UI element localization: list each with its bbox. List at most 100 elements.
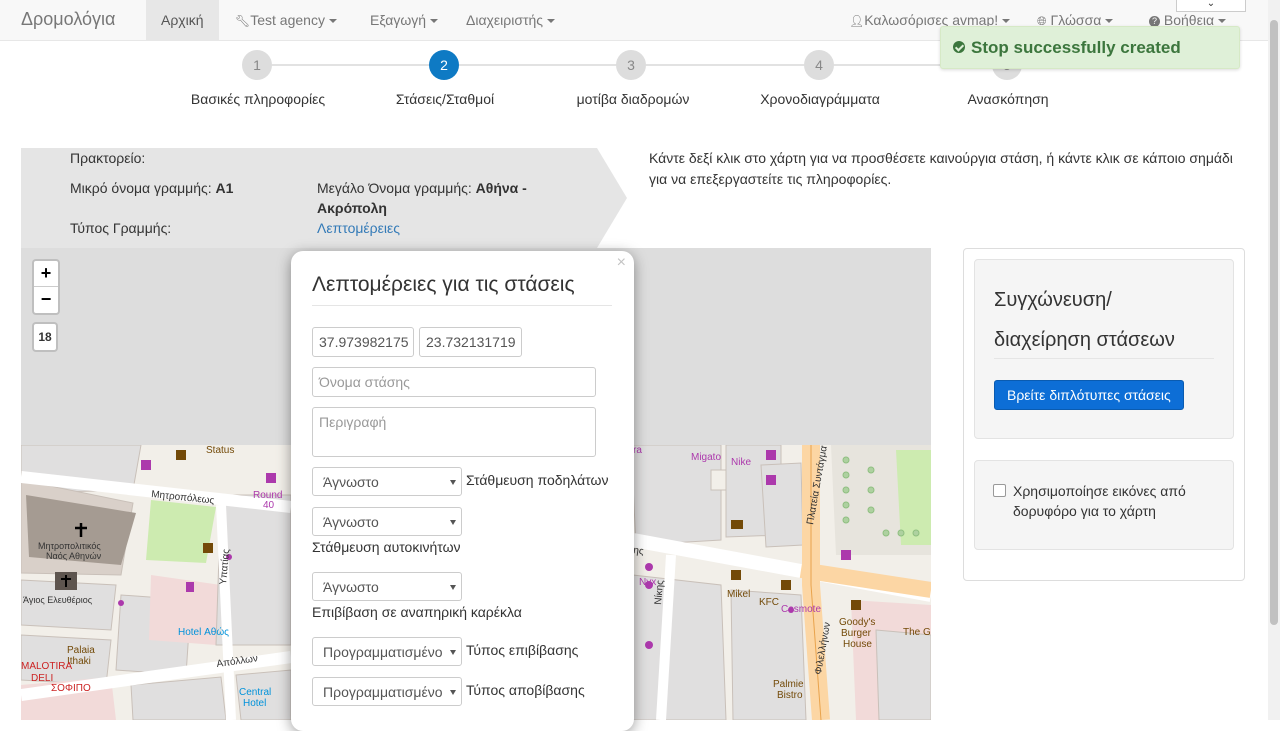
toast-message: Stop successfully created — [971, 38, 1181, 57]
pickup-type-label: Τύπος επιβίβασης — [466, 642, 579, 658]
collapse-button[interactable]: ⌄ — [1176, 0, 1246, 12]
svg-text:Μητροπολιτικός: Μητροπολιτικός — [38, 541, 101, 551]
scrollbar-thumb[interactable] — [1270, 20, 1278, 625]
find-duplicates-button[interactable]: Βρείτε διπλότυπες στάσεις — [994, 380, 1184, 410]
bike-parking-select[interactable]: Άγνωστο — [312, 467, 462, 496]
satellite-label[interactable]: Χρησιμοποίησε εικόνες από δορυφόρο για τ… — [1013, 481, 1213, 521]
svg-text:Bistro: Bistro — [777, 690, 803, 701]
nav-home-label: Αρχική — [161, 12, 204, 28]
pickup-type-select[interactable]: Προγραμματισμένο — [312, 637, 462, 666]
zoom-out-button[interactable]: − — [34, 287, 58, 313]
chevron-down-icon: ⌄ — [1206, 0, 1216, 9]
svg-text:Νίκης: Νίκης — [652, 579, 666, 605]
svg-text:Burger: Burger — [841, 628, 872, 639]
wizard-step-1-label: Βασικές πληροφορίες — [190, 91, 326, 107]
latitude-input[interactable]: 37.973982175 — [312, 327, 414, 357]
svg-text:Ναός Αθηνών: Ναός Αθηνών — [46, 551, 102, 561]
nav-admin[interactable]: Διαχειριστής — [451, 0, 570, 40]
popup-title: Λεπτομέρειες για τις στάσεις — [312, 273, 575, 296]
wizard-step-4-label: Χρονοδιαγράμματα — [760, 91, 880, 107]
svg-text:ra: ra — [633, 445, 642, 456]
wheelchair-label: Επιβίβαση σε αναπηρική καρέκλα — [312, 604, 522, 620]
nav-export-label: Εξαγωγή — [370, 12, 427, 28]
wrench-icon: 🔧︎ — [235, 14, 251, 28]
wizard-step-3[interactable]: 3 — [616, 50, 646, 80]
svg-text:Goody's: Goody's — [839, 617, 875, 628]
wizard-step-5-label: Ανασκόπηση — [967, 91, 1049, 107]
description-textarea[interactable]: Περιγραφή — [312, 407, 596, 457]
wizard-step-1[interactable]: 1 — [242, 50, 272, 80]
nav-home[interactable]: Αρχική — [146, 0, 219, 40]
nav-agency[interactable]: 🔧︎Test agency — [220, 0, 352, 40]
svg-text:Palaia: Palaia — [67, 645, 95, 656]
wizard-step-2[interactable]: 2 — [429, 50, 459, 80]
route-type-label: Τύπος Γραμμής: — [70, 220, 172, 236]
svg-text:ΣΟΦΙΠΟ: ΣΟΦΙΠΟ — [51, 683, 91, 694]
caret-down-icon — [547, 19, 556, 24]
stop-details-popup: × Λεπτομέρειες για τις στάσεις 37.973982… — [291, 251, 634, 731]
svg-text:Palmie: Palmie — [773, 679, 804, 690]
dropoff-type-label: Τύπος αποβίβασης — [466, 682, 585, 698]
user-icon: 👤︎ — [849, 14, 865, 28]
agency-label: Πρακτορείο: — [70, 150, 146, 166]
bike-parking-label: Στάθμευση ποδηλάτων — [466, 472, 609, 488]
svg-text:Status: Status — [206, 445, 234, 456]
merge-title-line-2: διαχείρηση στάσεων — [994, 329, 1175, 351]
short-name-row: Μικρό όνομα γραμμής: A1 — [70, 178, 233, 198]
page-scrollbar[interactable] — [1268, 0, 1280, 720]
caret-down-icon — [430, 19, 439, 24]
zoom-control: + − — [32, 259, 60, 315]
long-name-label: Μεγάλο Όνομα γραμμής: — [317, 180, 472, 196]
map-hint: Κάντε δεξί κλικ στο χάρτη για να προσθέσ… — [649, 150, 1233, 187]
svg-text:The G: The G — [903, 627, 931, 638]
car-parking-select[interactable]: Άγνωστο — [312, 507, 462, 536]
short-name-label: Μικρό όνομα γραμμής: — [70, 180, 212, 196]
success-toast[interactable]: Stop successfully created — [940, 26, 1240, 69]
caret-down-icon — [328, 19, 337, 24]
svg-text:Mikel: Mikel — [727, 589, 750, 600]
dropoff-type-select[interactable]: Προγραμματισμένο — [312, 677, 462, 706]
long-name-row: Μεγάλο Όνομα γραμμής: Αθήνα - Ακρόπολη — [317, 178, 557, 218]
caret-down-icon — [1105, 19, 1114, 24]
close-icon[interactable]: × — [617, 254, 626, 272]
svg-text:Migato: Migato — [691, 452, 721, 463]
merge-title-line-1: Συγχώνευση/ — [994, 289, 1112, 311]
merge-divider — [994, 358, 1214, 359]
longitude-input[interactable]: 23.732131719 — [419, 327, 522, 357]
check-circle-icon — [953, 41, 965, 53]
zoom-level: 18 — [32, 322, 58, 352]
svg-text:House: House — [843, 639, 872, 650]
brand[interactable]: Δρομολόγια — [21, 9, 115, 30]
long-name-value-2: Ακρόπολη — [317, 200, 387, 216]
long-name-value-1: Αθήνα - — [475, 180, 527, 196]
details-link[interactable]: Λεπτομέρειες — [317, 218, 400, 238]
svg-text:40: 40 — [263, 500, 275, 511]
svg-text:DELI: DELI — [31, 673, 53, 684]
caret-down-icon — [1002, 19, 1011, 24]
zoom-in-button[interactable]: + — [34, 261, 58, 287]
car-parking-label: Στάθμευση αυτοκινήτων — [312, 539, 461, 555]
caret-down-icon — [1218, 19, 1227, 24]
nav-agency-label: Test agency — [250, 12, 325, 28]
popup-divider — [312, 305, 612, 306]
satellite-checkbox[interactable] — [993, 484, 1006, 497]
nav-admin-label: Διαχειριστής — [466, 12, 544, 28]
svg-text:Nike: Nike — [731, 457, 751, 468]
merge-stops-title: Συγχώνευση/διαχείρηση στάσεων — [994, 280, 1214, 360]
svg-text:MALOTIRA: MALOTIRA — [21, 661, 72, 672]
route-info-arrow — [597, 148, 627, 248]
nav-export[interactable]: Εξαγωγή — [355, 0, 453, 40]
wheelchair-select[interactable]: Άγνωστο — [312, 572, 462, 601]
svg-text:ης: ης — [633, 545, 645, 557]
wizard-step-2-label: Στάσεις/Σταθμοί — [395, 91, 495, 107]
svg-text:Hotel: Hotel — [243, 698, 266, 709]
wizard-step-3-label: μοτίβα διαδρομών — [576, 91, 690, 107]
svg-text:Hotel Αθώς: Hotel Αθώς — [178, 626, 229, 638]
svg-text:Central: Central — [239, 687, 271, 698]
svg-text:KFC: KFC — [759, 597, 779, 608]
stop-name-input[interactable]: Όνομα στάσης — [312, 367, 596, 397]
svg-text:Cosmote: Cosmote — [781, 604, 821, 615]
svg-text:Άγιος Ελευθέριος: Άγιος Ελευθέριος — [23, 595, 93, 605]
short-name-value: A1 — [215, 180, 234, 196]
wizard-step-4[interactable]: 4 — [804, 50, 834, 80]
